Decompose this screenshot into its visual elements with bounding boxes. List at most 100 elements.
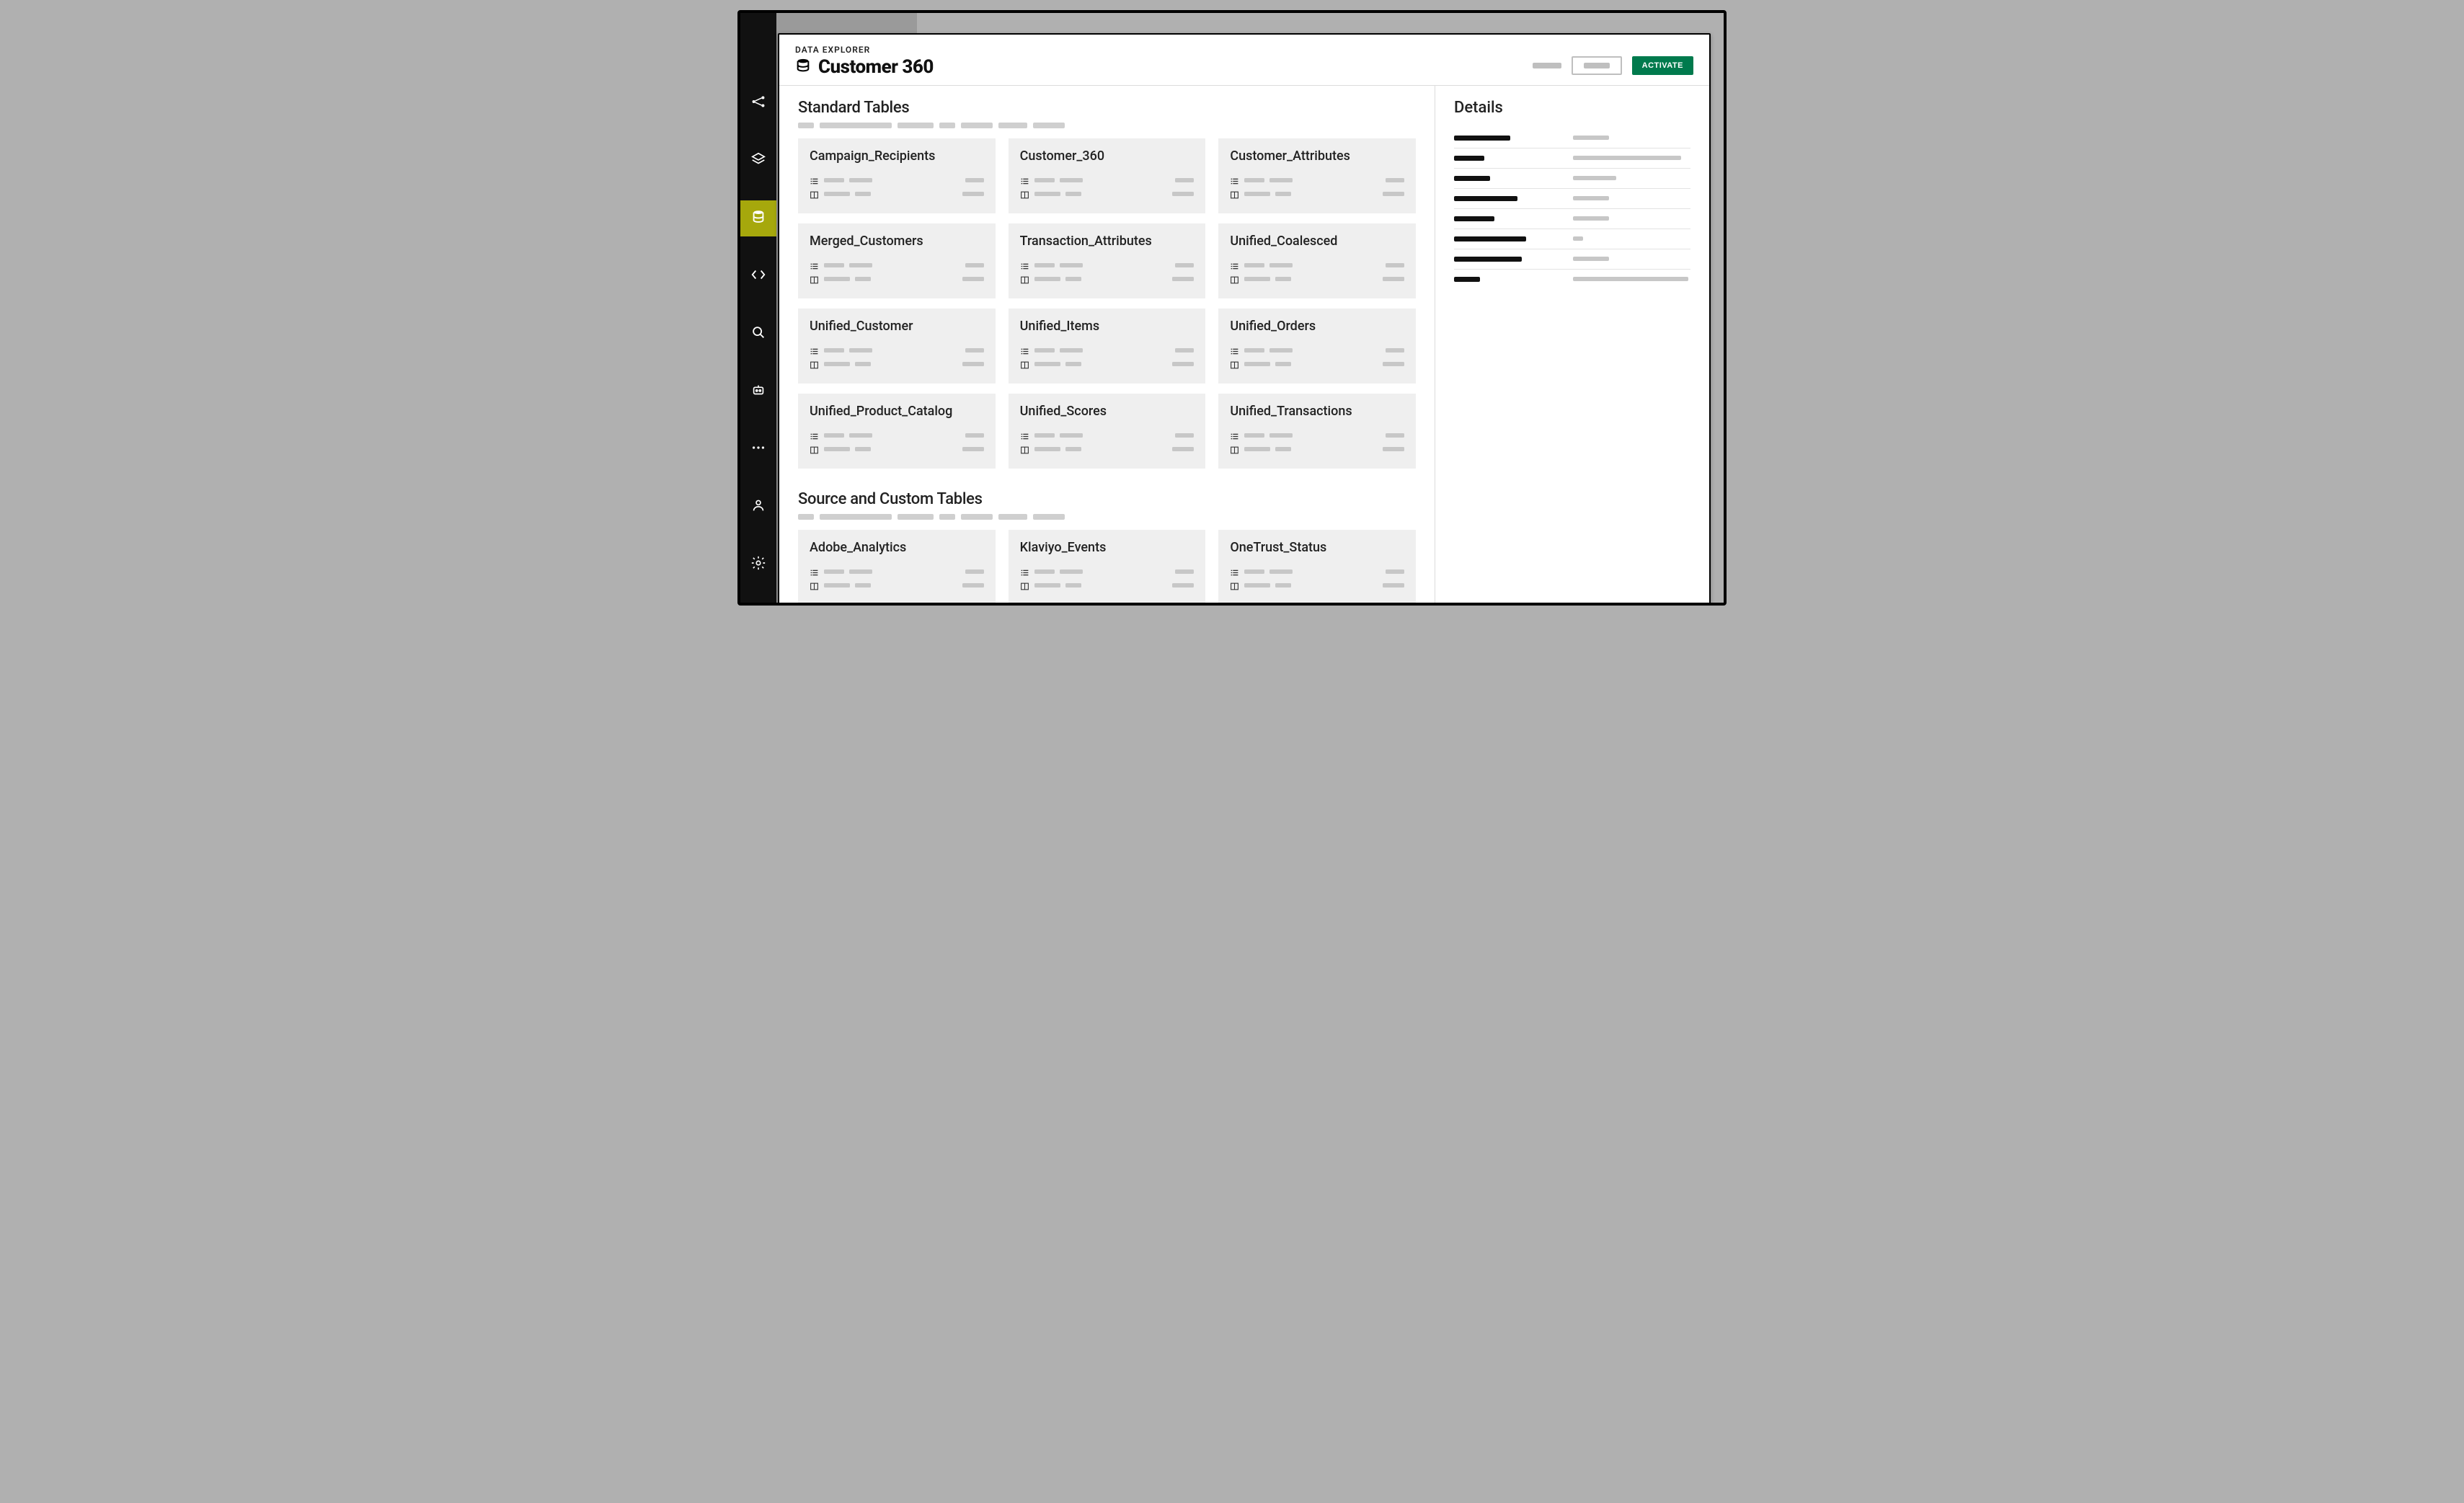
table-card-title: Klaviyo_Events: [1020, 540, 1195, 555]
audience-icon: [750, 497, 766, 516]
list-icon: [1230, 175, 1239, 185]
columns-icon: [1020, 359, 1029, 368]
detail-value-placeholder: [1573, 176, 1616, 181]
table-card-title: Unified_Coalesced: [1230, 234, 1404, 249]
columns-icon: [810, 359, 819, 368]
detail-row: [1454, 169, 1690, 189]
sidebar-item-search[interactable]: [740, 316, 776, 352]
detail-key-placeholder: [1454, 257, 1551, 262]
modal-title: Customer 360: [818, 56, 934, 78]
menu-dots-icon: [750, 440, 766, 458]
detail-value-placeholder: [1573, 136, 1609, 141]
table-card-grid: Campaign_Recipients Customer_360: [798, 138, 1416, 469]
table-card-title: Unified_Scores: [1020, 404, 1195, 419]
details-panel: Details: [1435, 86, 1709, 606]
code-icon: [750, 267, 766, 285]
section-subtext-placeholder: [798, 123, 1416, 128]
detail-value-placeholder: [1573, 216, 1609, 221]
table-card[interactable]: Campaign_Recipients: [798, 138, 996, 213]
detail-key-placeholder: [1454, 196, 1551, 201]
detail-key-placeholder: [1454, 277, 1551, 282]
columns-icon: [1230, 580, 1239, 590]
table-card[interactable]: Klaviyo_Events: [1009, 530, 1206, 605]
list-icon: [1020, 567, 1029, 576]
table-card[interactable]: Unified_Items: [1009, 309, 1206, 383]
sidebar-item-code[interactable]: [740, 258, 776, 294]
columns-icon: [1020, 274, 1029, 283]
data-explorer-modal: DATA EXPLORER Customer 360: [778, 33, 1711, 606]
list-icon: [810, 175, 819, 185]
detail-value-placeholder: [1573, 257, 1609, 262]
sidebar-item-settings[interactable]: [740, 546, 776, 582]
table-card[interactable]: Customer_360: [1009, 138, 1206, 213]
detail-key-placeholder: [1454, 216, 1551, 221]
table-card-title: Campaign_Recipients: [810, 148, 984, 164]
sidebar-item-bot[interactable]: [740, 373, 776, 409]
table-card[interactable]: OneTrust_Status: [1218, 530, 1416, 605]
columns-icon: [810, 274, 819, 283]
list-icon: [1020, 345, 1029, 355]
columns-icon: [810, 444, 819, 453]
table-card[interactable]: Unified_Coalesced: [1218, 223, 1416, 298]
connections-icon: [750, 94, 766, 112]
table-card-title: Unified_Transactions: [1230, 404, 1404, 419]
sidebar-item-database[interactable]: [740, 200, 776, 236]
columns-icon: [1230, 359, 1239, 368]
sidebar-item-schema[interactable]: [740, 143, 776, 179]
table-card-title: OneTrust_Status: [1230, 540, 1404, 555]
schema-icon: [750, 151, 766, 170]
detail-value-placeholder: [1573, 196, 1609, 201]
modal-header: DATA EXPLORER Customer 360: [779, 35, 1709, 86]
table-card-title: Customer_360: [1020, 148, 1195, 164]
left-sidebar: [740, 13, 776, 603]
table-card-title: Transaction_Attributes: [1020, 234, 1195, 249]
detail-row: [1454, 249, 1690, 270]
table-card[interactable]: Customer_Attributes: [1218, 138, 1416, 213]
detail-value-placeholder: [1573, 156, 1681, 161]
database-icon: [795, 58, 811, 76]
table-card[interactable]: Unified_Transactions: [1218, 394, 1416, 469]
table-card-title: Unified_Orders: [1230, 319, 1404, 334]
sidebar-item-audience[interactable]: [740, 489, 776, 525]
detail-key-placeholder: [1454, 176, 1551, 181]
table-card[interactable]: Unified_Customer: [798, 309, 996, 383]
table-card[interactable]: Unified_Scores: [1009, 394, 1206, 469]
detail-row: [1454, 148, 1690, 169]
sidebar-item-connections[interactable]: [740, 85, 776, 121]
detail-value-placeholder: [1573, 236, 1583, 241]
table-card[interactable]: Transaction_Attributes: [1009, 223, 1206, 298]
tables-panel: Standard Tables Campaign_Recipients Custo…: [779, 86, 1435, 606]
table-card-title: Unified_Customer: [810, 319, 984, 334]
table-card[interactable]: Unified_Product_Catalog: [798, 394, 996, 469]
settings-icon: [750, 555, 766, 574]
secondary-button[interactable]: [1572, 56, 1622, 75]
eyebrow-label: DATA EXPLORER: [795, 45, 934, 55]
list-icon: [810, 345, 819, 355]
table-card-title: Customer_Attributes: [1230, 148, 1404, 164]
columns-icon: [810, 580, 819, 590]
table-card[interactable]: Adobe_Analytics: [798, 530, 996, 605]
app-frame: DATA EXPLORER Customer 360: [737, 10, 1727, 606]
table-card-title: Unified_Items: [1020, 319, 1195, 334]
detail-row: [1454, 209, 1690, 229]
sidebar-item-menu-dots[interactable]: [740, 431, 776, 467]
list-icon: [1230, 430, 1239, 440]
details-title: Details: [1454, 99, 1690, 117]
table-card-grid: Adobe_Analytics Klaviyo_Events: [798, 530, 1416, 605]
detail-row: [1454, 270, 1690, 289]
activate-button[interactable]: ACTIVATE: [1632, 56, 1693, 75]
list-icon: [1020, 430, 1029, 440]
detail-row: [1454, 128, 1690, 148]
search-icon: [750, 324, 766, 343]
detail-row: [1454, 189, 1690, 209]
list-icon: [1230, 567, 1239, 576]
columns-icon: [1230, 274, 1239, 283]
database-icon: [750, 209, 766, 228]
section-title: Standard Tables: [798, 99, 1416, 117]
table-card[interactable]: Merged_Customers: [798, 223, 996, 298]
list-icon: [1020, 175, 1029, 185]
detail-key-placeholder: [1454, 156, 1551, 161]
table-card[interactable]: Unified_Orders: [1218, 309, 1416, 383]
list-icon: [1230, 345, 1239, 355]
detail-key-placeholder: [1454, 236, 1551, 241]
